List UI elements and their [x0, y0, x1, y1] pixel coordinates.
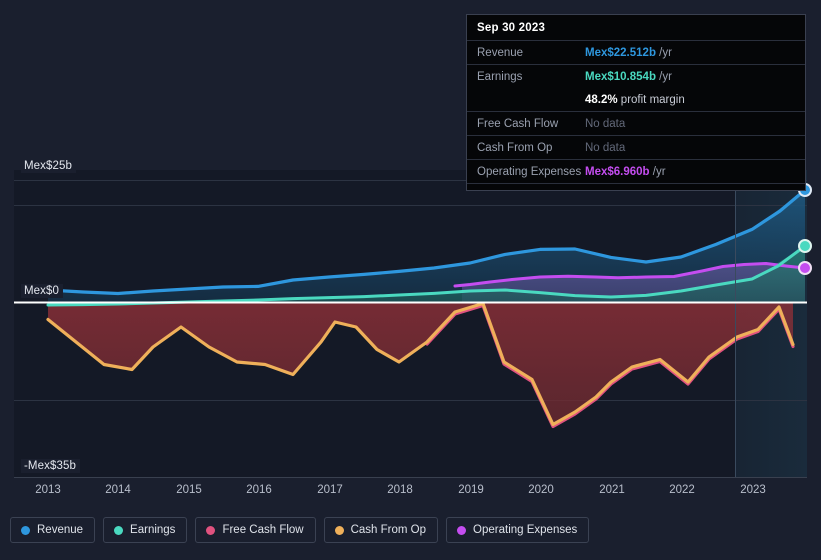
tooltip-row-revenue: Revenue Mex$22.512b /yr: [467, 40, 805, 64]
tooltip-value-operating-expenses: Mex$6.960b /yr: [585, 166, 666, 178]
tooltip-row-earnings: Earnings Mex$10.854b /yr: [467, 64, 805, 88]
legend-label-revenue: Revenue: [37, 524, 84, 536]
legend-dot-free-cash-flow-icon: [206, 525, 216, 535]
financial-chart: Mex$25b Mex$0 -Mex$35b 2013 2014 2015 20…: [0, 0, 821, 560]
tooltip-row-profit-margin: 48.2% profit margin: [467, 88, 805, 111]
tooltip-amount-revenue: Mex$22.512b: [585, 46, 656, 59]
tooltip-label-cash-from-op: Cash From Op: [477, 141, 553, 154]
tooltip-unit-revenue: /yr: [655, 46, 672, 59]
tooltip-date: Sep 30 2023: [477, 22, 546, 34]
legend-dot-cash-from-op-icon: [334, 525, 344, 535]
tooltip-value-revenue: Mex$22.512b /yr: [585, 47, 672, 59]
tooltip-amount-operating-expenses: Mex$6.960b: [585, 165, 650, 178]
tooltip-value-profit-margin: 48.2% profit margin: [585, 94, 685, 106]
tooltip-value-free-cash-flow: No data: [585, 117, 626, 130]
legend-item-free-cash-flow[interactable]: Free Cash Flow: [195, 517, 316, 543]
tooltip-amount-profit-margin: 48.2%: [585, 93, 618, 106]
tooltip-value-cash-from-op: No data: [585, 141, 626, 154]
tooltip-label-revenue: Revenue: [477, 46, 524, 59]
tooltip-unit-profit-margin: profit margin: [617, 93, 685, 106]
opex-endpoint-marker: [798, 261, 812, 275]
legend-dot-revenue-icon: [21, 525, 30, 535]
tooltip-row-operating-expenses: Operating Expenses Mex$6.960b /yr: [467, 159, 805, 183]
x-tick-2016: 2016: [246, 484, 272, 496]
tooltip-unit-operating-expenses: /yr: [649, 165, 666, 178]
tooltip-label-free-cash-flow: Free Cash Flow: [477, 117, 559, 130]
legend-label-cash-from-op: Cash From Op: [350, 524, 427, 536]
legend-dot-operating-expenses-icon: [457, 525, 467, 535]
x-tick-2014: 2014: [105, 484, 131, 496]
data-tooltip: Sep 30 2023 Revenue Mex$22.512b /yr Earn…: [466, 14, 806, 191]
x-tick-2022: 2022: [669, 484, 695, 496]
tooltip-value-earnings: Mex$10.854b /yr: [585, 71, 672, 83]
tooltip-unit-earnings: /yr: [655, 70, 672, 83]
x-tick-2020: 2020: [528, 484, 554, 496]
tooltip-label-operating-expenses: Operating Expenses: [477, 165, 582, 178]
tooltip-amount-earnings: Mex$10.854b: [585, 70, 656, 83]
tooltip-row-cash-from-op: Cash From Op No data: [467, 135, 805, 159]
chart-legend: Revenue Earnings Free Cash Flow Cash Fro…: [10, 517, 590, 543]
x-tick-2013: 2013: [35, 484, 61, 496]
legend-item-revenue[interactable]: Revenue: [10, 517, 96, 543]
earnings-endpoint-marker: [798, 239, 812, 253]
legend-label-earnings: Earnings: [130, 524, 176, 536]
x-tick-2021: 2021: [599, 484, 625, 496]
legend-label-operating-expenses: Operating Expenses: [473, 524, 578, 536]
x-tick-2019: 2019: [458, 484, 484, 496]
x-tick-2015: 2015: [176, 484, 202, 496]
legend-item-operating-expenses[interactable]: Operating Expenses: [446, 517, 590, 543]
tooltip-label-earnings: Earnings: [477, 70, 523, 83]
x-tick-2017: 2017: [317, 484, 343, 496]
x-tick-2023: 2023: [740, 484, 766, 496]
legend-label-free-cash-flow: Free Cash Flow: [222, 524, 304, 536]
legend-dot-earnings-icon: [114, 525, 124, 535]
legend-item-earnings[interactable]: Earnings: [103, 517, 188, 543]
tooltip-footer-divider: [467, 183, 805, 190]
tooltip-row-free-cash-flow: Free Cash Flow No data: [467, 111, 805, 135]
legend-item-cash-from-op[interactable]: Cash From Op: [323, 517, 439, 543]
x-tick-2018: 2018: [387, 484, 413, 496]
